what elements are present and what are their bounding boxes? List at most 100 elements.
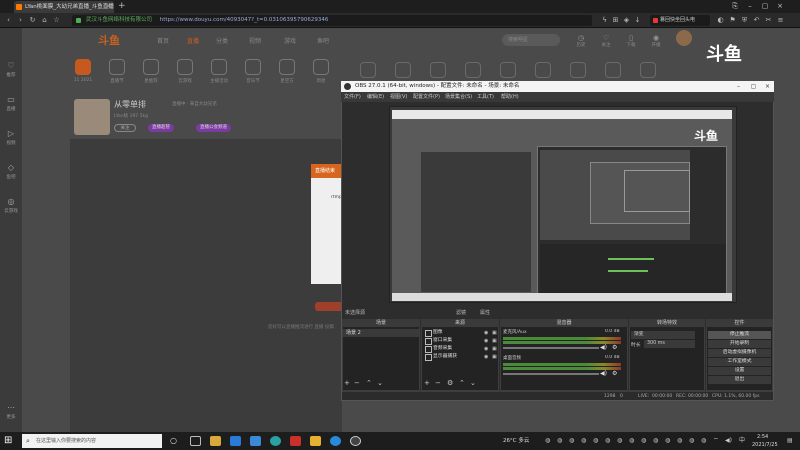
menu-scene-collection[interactable]: 场景集合(S) xyxy=(445,92,472,102)
tray-app-icon[interactable]: ◍ xyxy=(581,436,586,446)
activity-item[interactable]: 周星 xyxy=(308,56,334,90)
weather-widget[interactable]: 26°C 多云 xyxy=(503,435,529,447)
ime-icon[interactable]: 中 xyxy=(739,436,745,446)
scene-add-icon[interactable]: + xyxy=(344,379,350,387)
nav-live[interactable]: 直播 xyxy=(187,36,199,45)
eye-icon[interactable]: ◉ xyxy=(484,345,488,353)
speaker-icon[interactable]: ◀) xyxy=(600,370,607,377)
mixer-fader[interactable] xyxy=(503,347,599,349)
sidebar-item-video[interactable]: ▷ 视频 xyxy=(2,128,20,154)
tray-app-icon[interactable]: ◍ xyxy=(605,436,610,446)
tray-app-icon[interactable]: ◍ xyxy=(665,436,670,446)
start-recording-button[interactable]: 开始录制 xyxy=(708,340,771,348)
tray-app-icon[interactable]: ◍ xyxy=(629,436,634,446)
menu-tools[interactable]: 工具(T) xyxy=(477,92,494,102)
filters-button[interactable]: 滤镜 xyxy=(456,309,466,316)
follow-button[interactable]: 关注 xyxy=(114,124,136,132)
bottle-icon[interactable] xyxy=(465,62,481,78)
shield-icon[interactable]: ⛨ xyxy=(740,15,749,25)
activity-item[interactable]: 云游戏 xyxy=(172,56,198,90)
activity-item[interactable]: 11 2021 xyxy=(70,56,96,90)
video-icon[interactable] xyxy=(570,62,586,78)
mixer-fader[interactable] xyxy=(503,373,599,375)
activity-item[interactable]: 音乐节 xyxy=(240,56,266,90)
new-tab-button[interactable]: + xyxy=(118,0,126,13)
gift-icon[interactable] xyxy=(430,62,446,78)
home-button[interactable]: ⌂ xyxy=(39,14,50,27)
gear-icon[interactable]: ⚙ xyxy=(612,344,617,351)
follow-list-button[interactable]: ♡ 关注 xyxy=(598,34,614,48)
sidebar-item-recommend[interactable]: ♡ 推荐 xyxy=(2,60,20,86)
diamond-icon[interactable] xyxy=(605,62,621,78)
extension-icon[interactable]: ◈ xyxy=(622,15,631,25)
download-app-button[interactable]: ▯ 下载 xyxy=(623,34,639,48)
news-ticker[interactable]: 篡回快坐回头电 xyxy=(650,15,710,26)
gear-icon[interactable]: ⚙ xyxy=(612,370,617,377)
back-button[interactable]: ‹ xyxy=(3,14,14,27)
activity-item[interactable]: 直播节 xyxy=(104,56,130,90)
reload-button[interactable]: ↻ xyxy=(27,14,38,27)
nav-game[interactable]: 游戏 xyxy=(284,36,296,45)
close-window-button[interactable]: × xyxy=(773,0,787,13)
tray-app-icon[interactable]: ◍ xyxy=(677,436,682,446)
tray-app-icon[interactable]: ◍ xyxy=(545,436,550,446)
source-down-icon[interactable]: ⌄ xyxy=(470,379,476,387)
app-icon[interactable] xyxy=(270,436,281,446)
streamer-avatar[interactable] xyxy=(74,99,110,135)
popup-confirm-button[interactable] xyxy=(315,302,343,311)
more-icon[interactable] xyxy=(640,62,656,78)
obs-maximize-button[interactable]: ▢ xyxy=(748,81,759,92)
tray-app-icon[interactable]: ◍ xyxy=(593,436,598,446)
lock-icon[interactable]: ▣ xyxy=(492,329,497,337)
address-bar[interactable]: 武汉斗鱼网络科技有限公司 https://www.douyu.com/40930… xyxy=(72,15,592,26)
app-icon[interactable] xyxy=(310,436,321,446)
taskbar-search-input[interactable]: ⌕ 在这里输入你要搜索的内容 xyxy=(22,434,162,448)
start-live-button[interactable]: ◉ 开播 xyxy=(648,34,664,48)
room-tag[interactable]: 直播公会频道 xyxy=(196,124,231,132)
app-icon[interactable] xyxy=(290,436,301,446)
nav-video[interactable]: 视频 xyxy=(249,36,261,45)
sidebar-item-live[interactable]: ▭ 直播 xyxy=(2,94,20,120)
speaker-icon[interactable]: ◀) xyxy=(600,344,607,351)
menu-view[interactable]: 视图(V) xyxy=(390,92,407,102)
source-remove-icon[interactable]: − xyxy=(435,379,441,387)
download-icon[interactable]: ↓ xyxy=(633,15,642,25)
obs-close-button[interactable]: × xyxy=(762,81,773,92)
forward-button[interactable]: › xyxy=(15,14,26,27)
star-icon[interactable]: ☆ xyxy=(51,14,62,27)
history-button[interactable]: ◷ 历史 xyxy=(573,34,589,48)
room-tag[interactable]: 直播超管 xyxy=(148,124,174,132)
cart-icon[interactable]: ⚑ xyxy=(728,15,737,25)
file-explorer-icon[interactable] xyxy=(210,436,221,446)
browser-tab[interactable]: LYan桃面膜_大幼兄弟直播_斗鱼直播 × xyxy=(14,1,114,13)
browser-icon[interactable] xyxy=(330,436,341,446)
lightning-icon[interactable]: ϟ xyxy=(600,15,609,25)
site-search-input[interactable]: 搜索明星 xyxy=(502,34,560,46)
sidebar-item-cloud-game[interactable]: ◎ 云游戏 xyxy=(2,196,20,222)
tray-app-icon[interactable]: ◍ xyxy=(689,436,694,446)
menu-profile[interactable]: 配置文件(P) xyxy=(413,92,440,102)
source-item[interactable]: 显示器捕获 ◉ ▣ xyxy=(424,353,498,361)
obs-taskbar-icon[interactable] xyxy=(350,436,361,446)
tray-app-icon[interactable]: ◍ xyxy=(617,436,622,446)
nav-home[interactable]: 首页 xyxy=(157,36,169,45)
activity-item[interactable]: 星推荐 xyxy=(138,56,164,90)
notification-icon[interactable]: ▤ xyxy=(787,436,793,446)
scene-up-icon[interactable]: ⌃ xyxy=(366,379,372,387)
close-tab-icon[interactable]: × xyxy=(106,1,111,13)
edge-icon[interactable] xyxy=(230,436,241,446)
menu-icon[interactable]: ≡ xyxy=(776,15,785,25)
tray-app-icon[interactable]: ◍ xyxy=(701,436,706,446)
virtual-camera-button[interactable]: 启动虚拟摄像机 xyxy=(708,349,771,357)
eye-icon[interactable]: ◉ xyxy=(484,329,488,337)
exit-button[interactable]: 退出 xyxy=(708,376,771,384)
clock-time[interactable]: 2:54 xyxy=(757,434,768,440)
activity-item[interactable]: 主播活动 xyxy=(206,56,232,90)
source-add-icon[interactable]: + xyxy=(424,379,430,387)
car-icon[interactable] xyxy=(360,62,376,78)
tray-app-icon[interactable]: ◍ xyxy=(653,436,658,446)
chat-icon[interactable] xyxy=(535,62,551,78)
eye-icon[interactable]: ◉ xyxy=(484,353,488,361)
store-icon[interactable] xyxy=(250,436,261,446)
eye-icon[interactable]: ◉ xyxy=(484,337,488,345)
